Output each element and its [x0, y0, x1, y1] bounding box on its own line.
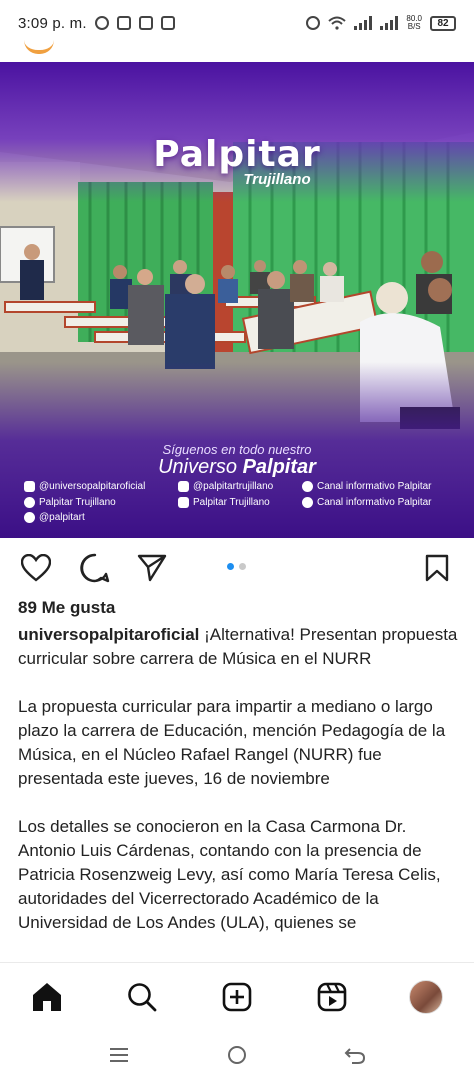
nav-search[interactable]: [124, 979, 160, 1015]
carousel-dot: [239, 563, 246, 570]
share-button[interactable]: [136, 552, 168, 584]
recents-button[interactable]: [104, 1042, 134, 1068]
status-time: 3:09 p. m.: [18, 14, 87, 32]
nav-profile[interactable]: [408, 979, 444, 1015]
create-post-icon: [222, 982, 252, 1012]
system-navigation: [0, 1032, 474, 1080]
heart-icon: [21, 554, 51, 582]
social-facebook-label: Palpitar Trujillano: [39, 497, 116, 508]
back-icon: [344, 1048, 366, 1064]
follow-text: Síguenos en todo nuestro: [162, 442, 312, 457]
social-whatsapp-label: Canal informativo Palpitar: [317, 481, 432, 492]
likes-count[interactable]: 89 Me gusta: [18, 598, 115, 618]
save-button[interactable]: [421, 552, 453, 584]
bookmark-icon: [425, 554, 449, 582]
social-youtube-label: Palpitar Trujillano: [193, 497, 270, 508]
alarm-icon: [306, 16, 321, 30]
recents-icon: [110, 1048, 128, 1062]
nav-create[interactable]: [219, 979, 255, 1015]
universe-text-1: Universo: [158, 456, 237, 478]
post-caption: universopalpitaroficial ¡Alternativa! Pr…: [18, 623, 458, 959]
universe-text: Universo Palpitar: [0, 456, 474, 479]
instagram-icon: [24, 481, 35, 492]
back-button[interactable]: [340, 1042, 370, 1068]
comment-button[interactable]: [79, 552, 111, 584]
brand-title: Palpitar: [153, 134, 321, 175]
signal-icon: [354, 16, 373, 30]
home-circle-icon: [228, 1046, 246, 1064]
search-icon: [128, 983, 157, 1012]
comment-icon: [80, 553, 110, 583]
universe-text-2: Palpitar: [242, 456, 316, 478]
whatsapp-icon: [94, 16, 109, 30]
social-twitter-label: @palpitart: [39, 512, 85, 523]
caption-paragraph-3: Los detalles se conocieron en la Casa Ca…: [18, 817, 441, 932]
carousel-indicator: [227, 563, 246, 570]
caption-paragraph-1: universopalpitaroficial ¡Alternativa! Pr…: [18, 623, 458, 671]
profile-avatar: [409, 980, 443, 1014]
telegram-icon: [302, 497, 313, 508]
tiktok-icon: [178, 481, 189, 492]
status-bar: 3:09 p. m. 80.0 B/S 82: [0, 0, 474, 46]
network-speed: 80.0 B/S: [406, 15, 422, 31]
news-icon: [160, 16, 175, 30]
social-whatsapp-channel: Canal informativo Palpitar: [302, 481, 432, 492]
social-telegram: Canal informativo Palpitar: [302, 497, 432, 508]
social-tiktok: @palpitartrujillano: [178, 481, 273, 492]
whatsapp-icon: [302, 481, 313, 492]
copy-icon: [138, 16, 153, 30]
social-telegram-label: Canal informativo Palpitar: [317, 497, 432, 508]
carousel-dot-active: [227, 563, 234, 570]
nav-reels[interactable]: [314, 979, 350, 1015]
social-youtube: Palpitar Trujillano: [178, 497, 270, 508]
signal-icon: [380, 16, 399, 30]
reels-icon: [317, 982, 347, 1012]
social-instagram-label: @universopalpitaroficial: [39, 481, 146, 492]
post-author-avatar[interactable]: [24, 40, 54, 54]
instagram-icon: [116, 16, 131, 30]
bottom-navigation: [0, 962, 474, 1032]
caption-paragraph-2: La propuesta curricular para impartir a …: [18, 697, 446, 788]
social-twitter: @palpitart: [24, 512, 85, 523]
post-username[interactable]: universopalpitaroficial: [18, 625, 199, 644]
facebook-icon: [24, 497, 35, 508]
system-home-button[interactable]: [222, 1042, 252, 1068]
brand-logo: Palpitar Trujillano: [0, 134, 474, 188]
social-tiktok-label: @palpitartrujillano: [193, 481, 274, 492]
twitter-icon: [24, 512, 35, 523]
home-icon: [33, 983, 61, 1011]
battery-indicator: 82: [430, 15, 456, 31]
like-button[interactable]: [20, 552, 52, 584]
network-speed-unit: B/S: [407, 22, 421, 31]
brand-subtitle: Trujillano: [243, 171, 311, 188]
social-instagram: @universopalpitaroficial: [24, 481, 145, 492]
youtube-icon: [178, 497, 189, 508]
social-facebook: Palpitar Trujillano: [24, 497, 116, 508]
send-icon: [137, 554, 167, 582]
wifi-icon: [328, 16, 347, 30]
post-header: [0, 46, 474, 62]
nav-home[interactable]: [29, 979, 65, 1015]
